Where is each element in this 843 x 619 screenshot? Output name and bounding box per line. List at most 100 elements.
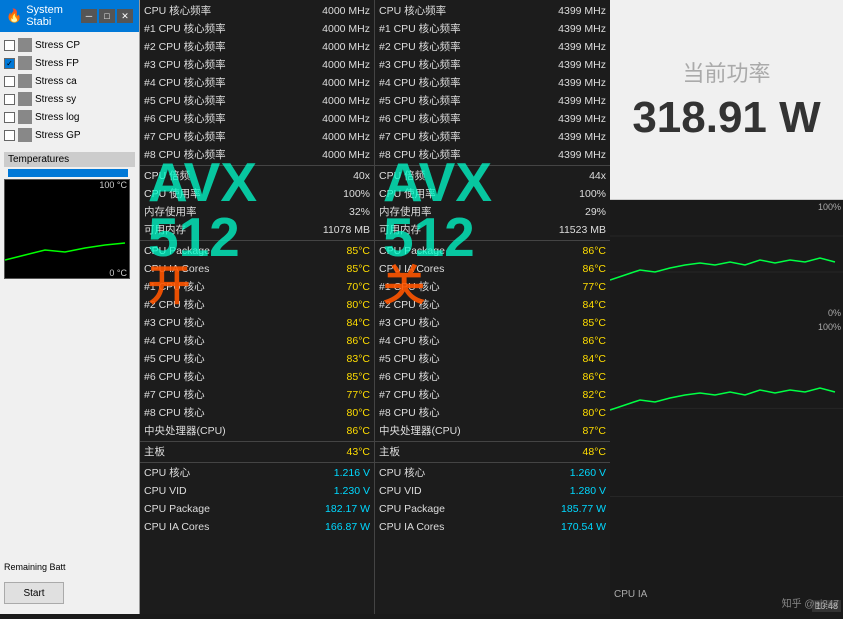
left-data-row: CPU 核心1.216 V (140, 464, 374, 482)
right-data-row: CPU 核心频率4399 MHz (375, 2, 610, 20)
right-data-row: #7 CPU 核心频率4399 MHz (375, 128, 610, 146)
right-data-row: #3 CPU 核心频率4399 MHz (375, 56, 610, 74)
temp-graph-svg (5, 180, 129, 278)
row-label: CPU IA Cores (144, 261, 209, 277)
stress-cpu-item[interactable]: Stress CP (0, 36, 139, 54)
start-button[interactable]: Start (4, 582, 64, 604)
row-value: 87°C (583, 423, 606, 439)
right-data-row: #4 CPU 核心86°C (375, 332, 610, 350)
right-data-row: CPU 倍频44x (375, 167, 610, 185)
close-button[interactable]: ✕ (117, 9, 133, 23)
stress-cpu-checkbox[interactable] (4, 40, 15, 51)
stress-log-checkbox[interactable] (4, 112, 15, 123)
row-label: 主板 (144, 444, 165, 460)
left-data-row: 可用内存11078 MB (140, 221, 374, 239)
graph-0-label: 0% (828, 308, 841, 318)
left-data-row: CPU VID1.230 V (140, 482, 374, 500)
stress-gpu-item[interactable]: Stress GP (0, 126, 139, 144)
right-data-row: CPU Package185.77 W (375, 500, 610, 518)
row-label: CPU 倍频 (144, 168, 190, 184)
row-value: 86°C (347, 333, 370, 349)
left-data-row: 中央处理器(CPU)86°C (140, 422, 374, 440)
row-value: 4000 MHz (322, 111, 370, 127)
window-controls: ─ □ ✕ (81, 9, 133, 23)
stress-log-label: Stress log (35, 112, 79, 123)
row-label: #7 CPU 核心 (144, 387, 205, 403)
row-value: 4399 MHz (558, 3, 606, 19)
row-value: 100% (343, 186, 370, 202)
stress-cache-checkbox[interactable] (4, 76, 15, 87)
left-data-row: #5 CPU 核心频率4000 MHz (140, 92, 374, 110)
row-label: CPU Package (144, 501, 210, 517)
row-label: 可用内存 (379, 222, 421, 238)
row-label: #8 CPU 核心频率 (379, 147, 461, 163)
power-value: 318.91 W (632, 93, 820, 143)
title-bar: 🔥 System Stabi ─ □ ✕ (0, 0, 139, 32)
right-data-row: #7 CPU 核心82°C (375, 386, 610, 404)
stress-sys-checkbox[interactable] (4, 94, 15, 105)
left-data-row: #1 CPU 核心频率4000 MHz (140, 20, 374, 38)
right-data-row: #8 CPU 核心频率4399 MHz (375, 146, 610, 164)
left-data-row: CPU 核心频率4000 MHz (140, 2, 374, 20)
left-data-rows: CPU 核心频率4000 MHz#1 CPU 核心频率4000 MHz#2 CP… (140, 2, 374, 536)
row-label: CPU 使用率 (144, 186, 201, 202)
row-value: 48°C (583, 444, 606, 460)
row-label: #8 CPU 核心频率 (144, 147, 226, 163)
row-label: CPU 使用率 (379, 186, 436, 202)
stress-fpu-checkbox[interactable]: ✓ (4, 58, 15, 69)
row-value: 86°C (347, 423, 370, 439)
right-data-row: #8 CPU 核心80°C (375, 404, 610, 422)
cpu-ia-100-label: 100% (818, 322, 841, 332)
minimize-button[interactable]: ─ (81, 9, 97, 23)
row-label: #1 CPU 核心频率 (144, 21, 226, 37)
row-label: CPU IA Cores (379, 519, 444, 535)
left-data-column: AVX 512 开 CPU 核心频率4000 MHz#1 CPU 核心频率400… (140, 0, 375, 614)
row-value: 4399 MHz (558, 75, 606, 91)
right-data-rows: CPU 核心频率4399 MHz#1 CPU 核心频率4399 MHz#2 CP… (375, 2, 610, 536)
right-data-row: CPU Package86°C (375, 242, 610, 260)
left-data-row: CPU Package182.17 W (140, 500, 374, 518)
left-data-row: #4 CPU 核心频率4000 MHz (140, 74, 374, 92)
flame-icon: 🔥 (6, 8, 22, 24)
row-value: 29% (585, 204, 606, 220)
row-value: 100% (579, 186, 606, 202)
stress-gpu-checkbox[interactable] (4, 130, 15, 141)
row-label: #5 CPU 核心频率 (379, 93, 461, 109)
right-data-row: CPU 使用率 100% (375, 185, 610, 203)
window-title: System Stabi (26, 4, 77, 28)
row-label: 主板 (379, 444, 400, 460)
row-label: #2 CPU 核心 (379, 297, 440, 313)
left-data-row: #2 CPU 核心80°C (140, 296, 374, 314)
right-data-row: 可用内存11523 MB (375, 221, 610, 239)
row-label: CPU IA Cores (144, 519, 209, 535)
maximize-button[interactable]: □ (99, 9, 115, 23)
row-label: #3 CPU 核心 (379, 315, 440, 331)
row-value: 40x (353, 168, 370, 184)
left-data-row: #7 CPU 核心77°C (140, 386, 374, 404)
row-label: #6 CPU 核心 (144, 369, 205, 385)
temperature-graph: 100 °C 0 °C (4, 179, 130, 279)
row-value: 1.230 V (334, 483, 370, 499)
row-value: 1.260 V (570, 465, 606, 481)
row-label: CPU 核心 (379, 465, 425, 481)
row-label: #2 CPU 核心频率 (379, 39, 461, 55)
right-data-column: AVX 512 关 CPU 核心频率4399 MHz#1 CPU 核心频率439… (375, 0, 610, 614)
left-data-row: #4 CPU 核心86°C (140, 332, 374, 350)
stress-sys-item[interactable]: Stress sy (0, 90, 139, 108)
row-label: #6 CPU 核心频率 (379, 111, 461, 127)
data-columns: AVX 512 开 CPU 核心频率4000 MHz#1 CPU 核心频率400… (140, 0, 610, 614)
left-data-row: #6 CPU 核心频率4000 MHz (140, 110, 374, 128)
row-value: 4399 MHz (558, 129, 606, 145)
row-value: 80°C (347, 405, 370, 421)
row-value: 77°C (583, 279, 606, 295)
row-label: #5 CPU 核心 (144, 351, 205, 367)
cpu-ia-graph-svg (610, 320, 843, 614)
right-data-row: #6 CPU 核心频率4399 MHz (375, 110, 610, 128)
stress-sys-label: Stress sy (35, 94, 76, 105)
stress-fpu-item[interactable]: ✓ Stress FP (0, 54, 139, 72)
row-value: 85°C (583, 315, 606, 331)
row-label: #8 CPU 核心 (144, 405, 205, 421)
stress-cache-item[interactable]: Stress ca (0, 72, 139, 90)
right-data-row: #1 CPU 核心77°C (375, 278, 610, 296)
stress-log-item[interactable]: Stress log (0, 108, 139, 126)
